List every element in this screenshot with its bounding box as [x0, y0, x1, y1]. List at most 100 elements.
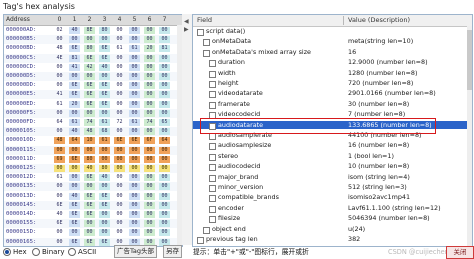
- panel-splitter[interactable]: ◀ ▶: [182, 14, 192, 245]
- hex-byte[interactable]: 00: [54, 64, 65, 71]
- hex-row[interactable]: 000000D5: 00 00 00 00 00 00 00 00: [4, 72, 182, 81]
- hex-row[interactable]: 0000012D: 61 00 6E 40 00 00 00 00: [4, 173, 182, 182]
- hex-byte[interactable]: 6E: [69, 220, 80, 228]
- hex-byte[interactable]: 00: [159, 54, 170, 62]
- hex-byte[interactable]: 00: [129, 63, 140, 71]
- tree-node-icon[interactable]: [209, 205, 216, 213]
- hex-byte[interactable]: 00: [114, 211, 125, 218]
- hex-byte[interactable]: 00: [159, 165, 170, 172]
- tree-node-icon[interactable]: [209, 70, 216, 78]
- hex-byte[interactable]: 00: [129, 146, 140, 154]
- tree-node-icon[interactable]: [203, 39, 210, 47]
- hex-byte[interactable]: 00: [69, 36, 80, 44]
- hex-byte[interactable]: 20: [69, 100, 80, 108]
- hex-byte[interactable]: 00: [144, 82, 155, 90]
- hex-byte[interactable]: 00: [159, 27, 170, 34]
- tree-node-icon[interactable]: [209, 164, 216, 172]
- tag-head-button[interactable]: 广告Tag头部: [114, 245, 158, 258]
- hex-byte[interactable]: 00: [129, 165, 140, 172]
- hex-byte[interactable]: 00: [54, 146, 65, 154]
- hex-byte[interactable]: 61: [114, 45, 125, 52]
- hex-byte[interactable]: 00: [129, 192, 140, 200]
- tree-node-icon[interactable]: [209, 153, 216, 161]
- hex-byte[interactable]: 6E: [54, 220, 65, 227]
- tree-node-icon[interactable]: [209, 143, 216, 151]
- hex-byte[interactable]: 40: [84, 165, 95, 172]
- hex-byte[interactable]: 00: [99, 36, 110, 44]
- hex-byte[interactable]: 69: [54, 155, 65, 163]
- hex-row[interactable]: 00000135: 00 00 00 00 00 00 00 00: [4, 182, 182, 192]
- tree-node-icon[interactable]: [209, 101, 216, 109]
- hex-byte[interactable]: 00: [114, 91, 125, 98]
- hex-byte[interactable]: 00: [129, 155, 140, 163]
- hex-byte[interactable]: 80: [99, 165, 110, 172]
- hex-byte[interactable]: 61: [69, 119, 80, 126]
- hex-byte[interactable]: 00: [114, 155, 125, 163]
- tree-row[interactable]: audiosamplesize 16 (number len=8): [193, 141, 467, 151]
- hex-byte[interactable]: 6E: [129, 137, 140, 145]
- hex-byte[interactable]: 00: [69, 229, 80, 237]
- hex-byte[interactable]: 40: [69, 128, 80, 136]
- hex-byte[interactable]: 00: [84, 146, 95, 154]
- hex-byte[interactable]: 00: [129, 91, 140, 99]
- hex-byte[interactable]: 02: [54, 27, 65, 34]
- tree-scrollbar[interactable]: [467, 26, 472, 246]
- hex-byte[interactable]: 00: [129, 128, 140, 136]
- hex-byte[interactable]: 8E: [84, 27, 95, 34]
- collapse-left-icon[interactable]: ◀: [184, 18, 189, 26]
- tree-row[interactable]: audiocodecid 10 (number len=8): [193, 162, 467, 172]
- hex-byte[interactable]: 00: [129, 229, 140, 237]
- hex-byte[interactable]: 00: [99, 155, 110, 163]
- hex-byte[interactable]: 00: [84, 73, 95, 80]
- hex-byte[interactable]: 6E: [69, 91, 80, 99]
- hex-byte[interactable]: 6E: [84, 100, 95, 108]
- hex-byte[interactable]: 00: [114, 128, 125, 135]
- hex-row[interactable]: 000000DD: 00 6E 6E 6E 00 00 00 00: [4, 81, 182, 90]
- hex-byte[interactable]: 00: [69, 73, 80, 80]
- hex-byte[interactable]: 6E: [99, 100, 110, 108]
- hex-byte[interactable]: 00: [54, 183, 65, 190]
- hex-byte[interactable]: 00: [159, 82, 170, 90]
- tree-node-icon[interactable]: [209, 60, 216, 68]
- hex-byte[interactable]: 00: [144, 36, 155, 44]
- hex-byte[interactable]: 00: [99, 183, 110, 191]
- hex-byte[interactable]: 6E: [99, 201, 110, 209]
- hex-byte[interactable]: 40: [69, 192, 80, 200]
- hex-byte[interactable]: 00: [144, 146, 155, 154]
- hex-byte[interactable]: 6E: [99, 238, 110, 246]
- hex-byte[interactable]: 00: [54, 110, 65, 117]
- hex-byte[interactable]: 74: [144, 119, 155, 126]
- hex-byte[interactable]: 00: [144, 165, 155, 172]
- tree-node-icon[interactable]: [209, 91, 216, 99]
- hex-byte[interactable]: 00: [159, 183, 170, 191]
- hex-byte[interactable]: 00: [144, 100, 155, 108]
- hex-row[interactable]: 0000014D: 40 6E 6E 00 00 00 00 00: [4, 210, 182, 219]
- hex-byte[interactable]: 6E: [84, 192, 95, 200]
- hex-byte[interactable]: 64: [54, 119, 65, 126]
- tree-row[interactable]: framerate 30 (number len=8): [193, 100, 467, 109]
- tree-row[interactable]: audiodatarate 133.6865 (number len=8): [193, 120, 467, 130]
- hex-byte[interactable]: 00: [114, 55, 125, 62]
- hex-byte[interactable]: 61: [99, 119, 110, 126]
- hex-byte[interactable]: 00: [114, 64, 125, 71]
- hex-byte[interactable]: 61: [54, 101, 65, 108]
- hex-byte[interactable]: 40: [99, 174, 110, 182]
- hex-byte[interactable]: 00: [114, 82, 125, 89]
- hex-row[interactable]: 000000ED: 61 20 6E 6E 00 00 00 00: [4, 100, 182, 109]
- hex-row[interactable]: 000000F5: 00 00 00 00 00 00 00 00: [4, 108, 182, 118]
- tree-node-icon[interactable]: [203, 226, 210, 234]
- tree-scroll-thumb[interactable]: [467, 30, 472, 90]
- tree-row[interactable]: audiosamplerate 44100 (number len=8): [193, 131, 467, 140]
- hex-byte[interactable]: 6E: [84, 201, 95, 209]
- hex-byte[interactable]: 00: [159, 128, 170, 136]
- hex-byte[interactable]: 40: [99, 63, 110, 71]
- hex-byte[interactable]: 00: [129, 73, 140, 80]
- close-button[interactable]: 关闭: [446, 246, 474, 259]
- tree-row[interactable]: onMetaData meta(string len=10): [193, 37, 467, 47]
- hex-byte[interactable]: 81: [159, 45, 170, 53]
- tree-node-icon[interactable]: [197, 29, 204, 36]
- tree-row[interactable]: stereo 1 (bool len=1): [193, 152, 467, 161]
- tree-row[interactable]: object end u(24): [193, 225, 467, 234]
- hex-byte[interactable]: 48: [84, 128, 95, 136]
- hex-byte[interactable]: 00: [84, 36, 95, 44]
